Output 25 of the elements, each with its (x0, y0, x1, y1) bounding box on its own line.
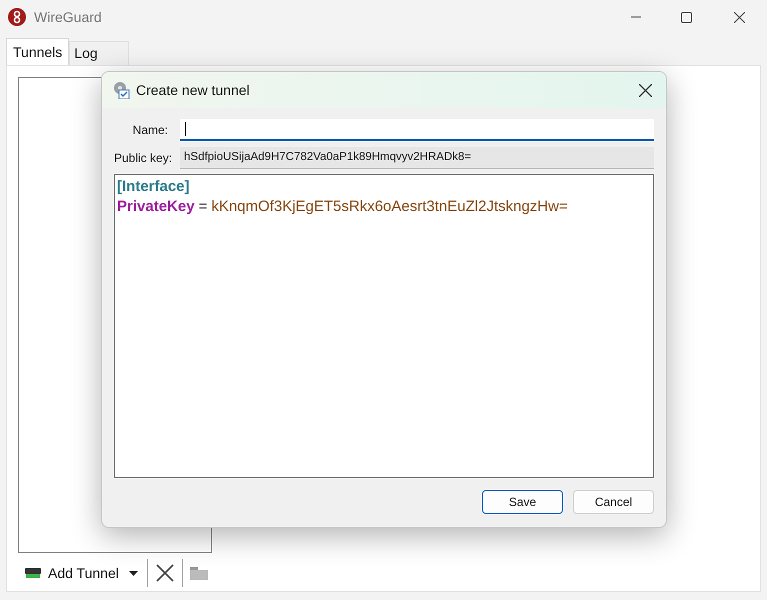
field-label: Name: (132, 122, 169, 139)
cancel-button[interactable]: Cancel (573, 490, 654, 514)
save-button[interactable]: Save (482, 490, 563, 514)
close-icon (156, 564, 174, 582)
window-title: WireGuard (34, 8, 102, 26)
add-tunnel-button[interactable]: Add Tunnel (18, 558, 123, 588)
drive-icon (25, 568, 41, 578)
close-icon (638, 84, 652, 96)
code-token: kKnqmOf3KjEgET5sRkx6oAesrt3tnEuZl2JtskngzHw= (211, 197, 568, 217)
name-field[interactable] (180, 119, 654, 141)
public-key-field[interactable]: hSdfpioUSijaAd9H7C782Va0aP1k89Hmqvyv2HRADk8= (180, 147, 654, 169)
code-token: = (198, 197, 208, 217)
folder-icon (190, 566, 208, 580)
config-editor[interactable]: [Interface] PrivateKey = kKnqmOf3KjEgET5sRkx6oAesrt3tnEuZl2JtskngzHw= (114, 174, 654, 478)
dialog-title: Create new tunnel (136, 80, 250, 100)
caret-icon (129, 570, 138, 576)
code-token: PrivateKey (117, 197, 195, 217)
code-token: [Interface] (117, 177, 190, 197)
tab[interactable]: Tunnels (6, 38, 70, 65)
maximize-icon (680, 12, 692, 22)
app-logo-icon (8, 8, 26, 26)
close-icon (734, 12, 744, 22)
gear-icon (112, 81, 130, 99)
field-label: Public key: (114, 150, 174, 167)
tab[interactable]: Log (69, 41, 129, 65)
